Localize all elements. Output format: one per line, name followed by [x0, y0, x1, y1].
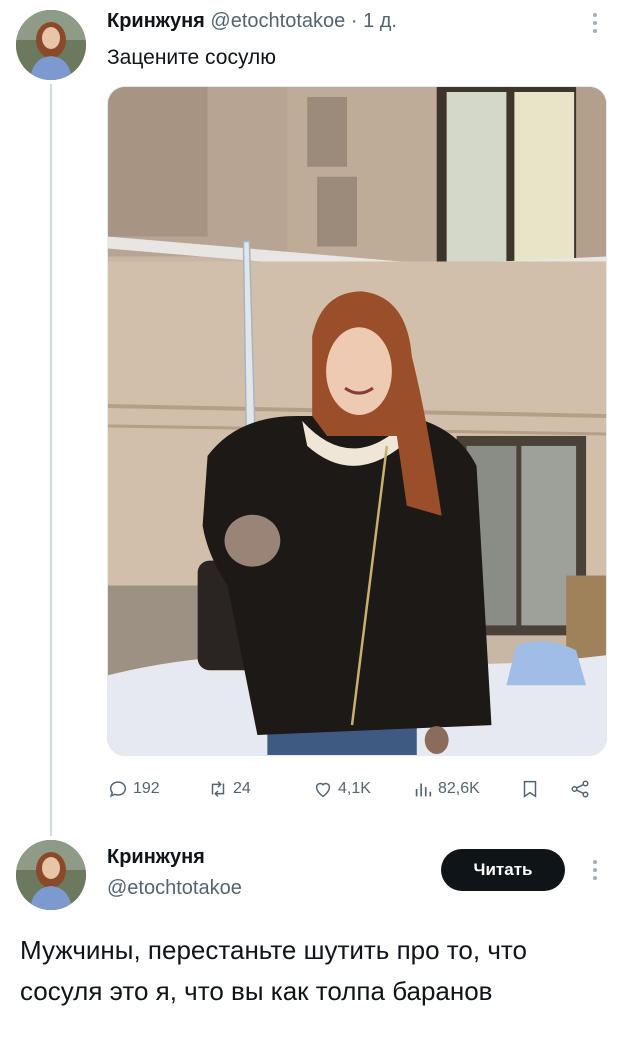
like-count: 4,1K [338, 780, 371, 797]
views-count: 82,6K [438, 780, 480, 797]
tweet-text: Зацените сосулю [107, 46, 277, 69]
share-icon [571, 780, 589, 798]
reply-author-handle[interactable]: @etochtotakoe [107, 877, 242, 900]
avatar-photo-icon [16, 840, 86, 910]
reply-icon [109, 781, 127, 798]
retweet-icon [211, 781, 225, 797]
retweet-count: 24 [233, 780, 251, 797]
reply-author-name[interactable]: Кринжуня [107, 846, 205, 869]
tweet-header: Кринжуня @etochtotakoe · 1 д. [107, 8, 397, 34]
reply-author-avatar[interactable] [16, 840, 86, 910]
photo-woman-holding-icicle [108, 87, 606, 755]
bookmark-action[interactable] [519, 778, 541, 800]
avatar-photo-icon [16, 10, 86, 80]
share-action[interactable] [569, 778, 591, 800]
author-name[interactable]: Кринжуня [107, 10, 205, 32]
separator-dot: · [350, 10, 358, 32]
tweet-actions: 192 24 4,1K 82,6K [107, 778, 607, 808]
reply-count: 192 [133, 780, 160, 797]
follow-button[interactable]: Читать [441, 849, 565, 891]
heart-icon [315, 782, 331, 798]
reply-text: Мужчины, перестаньте шутить про то, что … [20, 935, 527, 1006]
tweet-photo[interactable] [107, 86, 607, 756]
views-chart-icon [415, 783, 432, 797]
retweet-action[interactable]: 24 [207, 778, 251, 800]
tweet-time[interactable]: 1 д. [363, 10, 397, 32]
bookmark-icon [523, 780, 537, 798]
like-action[interactable]: 4,1K [312, 778, 371, 800]
author-handle[interactable]: @etochtotakoe [210, 10, 345, 32]
views-action[interactable]: 82,6K [412, 778, 480, 800]
thread-connector-line [50, 84, 52, 836]
reply-more-options-icon[interactable] [585, 855, 605, 885]
reply-action[interactable]: 192 [107, 778, 160, 800]
more-options-icon[interactable] [585, 8, 605, 38]
author-avatar[interactable] [16, 10, 86, 80]
